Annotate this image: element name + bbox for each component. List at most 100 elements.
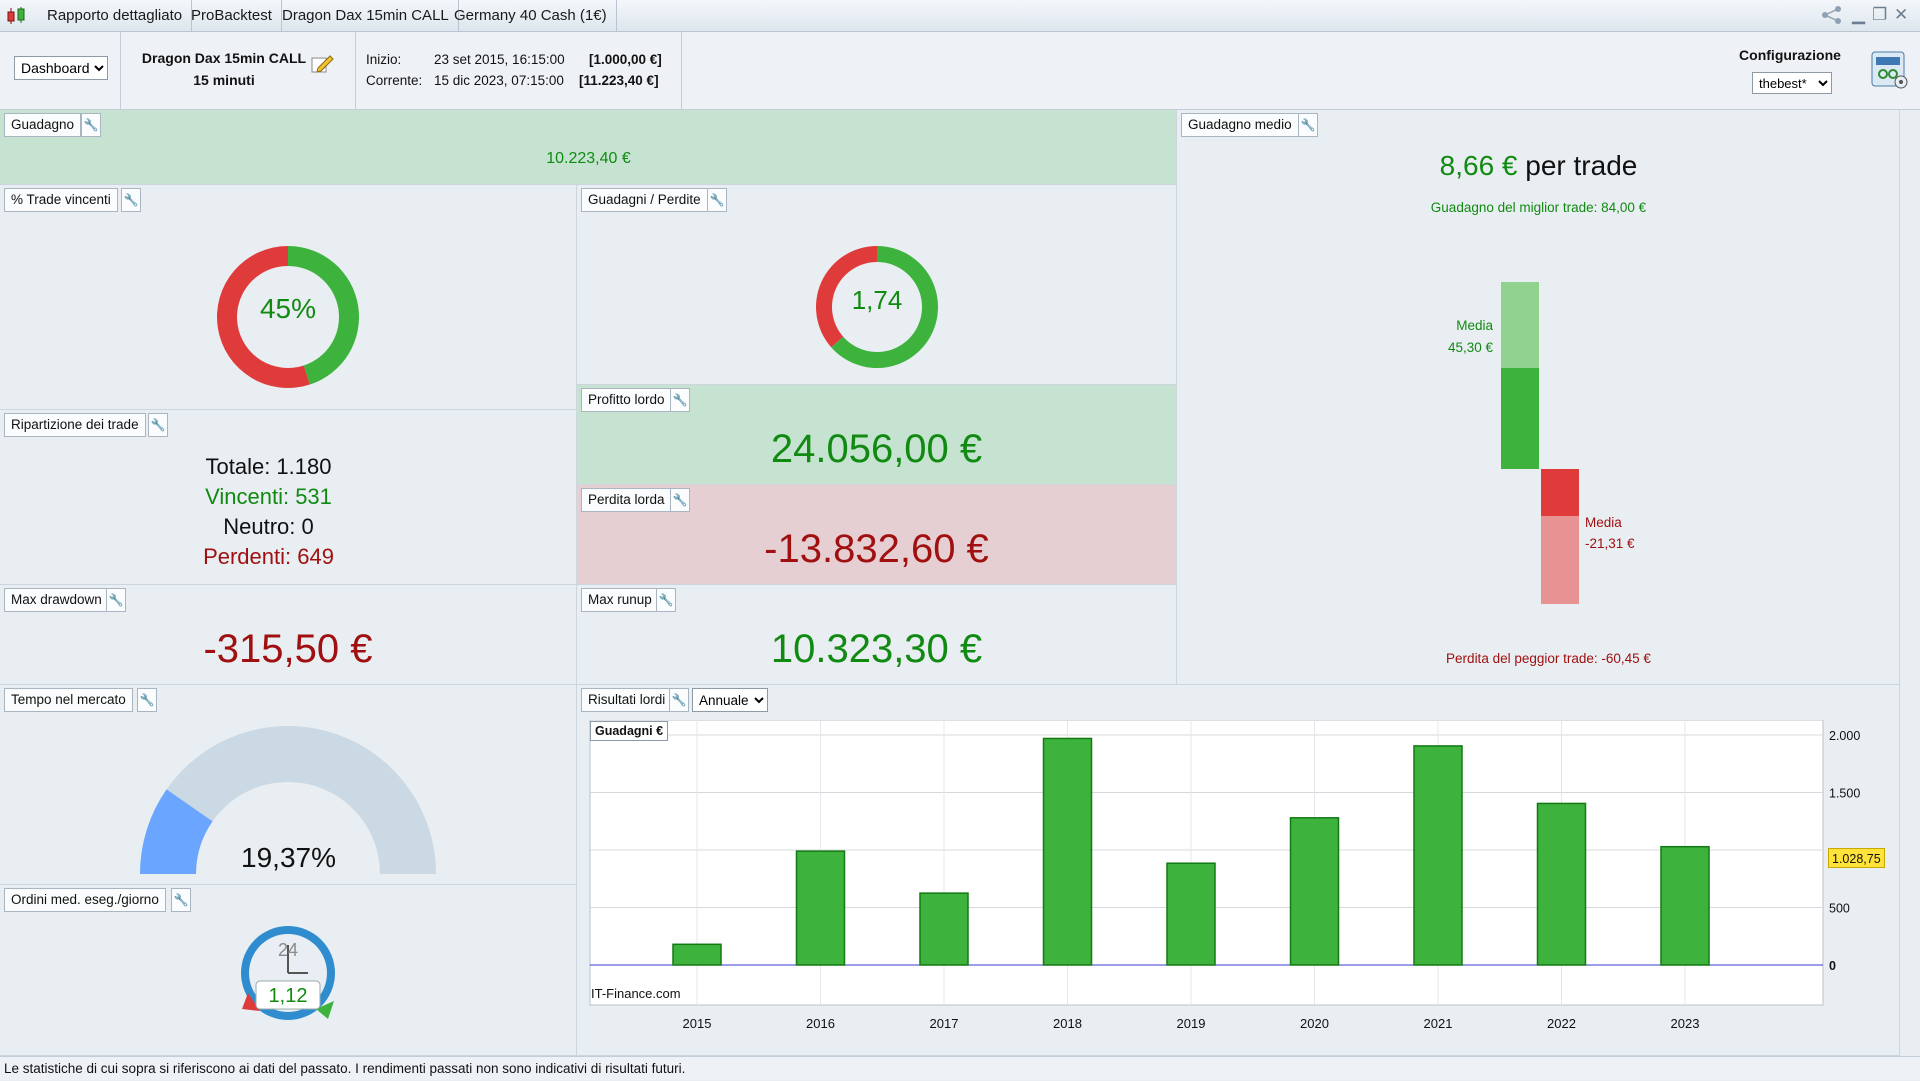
gain-title: Guadagno <box>4 113 82 137</box>
wrench-icon[interactable]: 🔧 <box>1298 113 1318 137</box>
current-label: Corrente: <box>366 73 423 88</box>
wrench-icon[interactable]: 🔧 <box>121 188 141 212</box>
worst-trade-bar <box>1541 516 1579 604</box>
strategy-name: Dragon Dax 15min CALL <box>141 50 307 66</box>
max-drawdown-title: Max drawdown <box>4 588 109 612</box>
x-tick-label: 2017 <box>930 1016 959 1031</box>
max-runup-value: 10.323,30 € <box>770 627 983 671</box>
results-title: Risultati lordi <box>581 688 673 712</box>
restore-icon[interactable]: ❐ <box>1872 5 1887 25</box>
wrench-icon[interactable]: 🔧 <box>106 588 126 612</box>
chart-legend: Guadagni € <box>590 721 669 741</box>
win-pct-title: % Trade vincenti <box>4 188 118 212</box>
breakdown-title: Ripartizione dei trade <box>4 413 146 437</box>
tab-probacktest[interactable]: ProBacktest <box>182 0 282 32</box>
start-date: 23 set 2015, 16:15:00 <box>434 52 565 67</box>
orders-title: Ordini med. eseg./giorno <box>4 888 166 912</box>
gross-loss-value: -13.832,60 € <box>764 527 989 571</box>
close-icon[interactable]: ✕ <box>1894 5 1908 25</box>
disclaimer: Le statistiche di cui sopra si riferisco… <box>0 1056 1920 1080</box>
strategy-timeframe: 15 minuti <box>193 72 255 88</box>
wrench-icon[interactable]: 🔧 <box>707 188 727 212</box>
start-label: Inizio: <box>366 52 402 67</box>
avg-loss-bar <box>1541 469 1579 517</box>
panel-gross-loss: Perdita lorda 🔧 -13.832,60 € <box>577 485 1177 585</box>
avg-loss-value: -21,31 € <box>1585 536 1635 551</box>
panel-win-percentage: % Trade vincenti 🔧 45% <box>0 185 577 410</box>
panel-trade-breakdown: Ripartizione dei trade 🔧 Totale: 1.180 V… <box>0 410 577 585</box>
bar-2021 <box>1413 745 1463 966</box>
breakdown-neutral: Neutro: 0 <box>223 514 314 539</box>
panel-time-in-market: Tempo nel mercato 🔧 19,37% <box>0 685 577 885</box>
gain-value: 10.223,40 € <box>546 150 631 167</box>
x-tick-label: 2015 <box>683 1016 712 1031</box>
y-tick-label: 2.000 <box>1829 729 1860 743</box>
wrench-icon[interactable]: 🔧 <box>137 688 157 712</box>
x-tick-label: 2020 <box>1300 1016 1329 1031</box>
wrench-icon[interactable]: 🔧 <box>148 413 168 437</box>
bar-2023 <box>1660 845 1710 966</box>
config-label: Configurazione <box>1739 47 1841 63</box>
candlestick-app-icon <box>6 7 28 25</box>
wrench-icon[interactable]: 🔧 <box>171 888 191 912</box>
orders-value: 1,12 <box>268 985 308 1007</box>
period-select[interactable]: Annuale <box>692 688 768 712</box>
wrench-icon[interactable]: 🔧 <box>81 113 101 137</box>
best-trade-bar <box>1501 282 1539 369</box>
config-settings-icon[interactable] <box>1870 50 1910 90</box>
chart-x-labels: 2015 2016 2017 2018 2019 2020 2021 2022 2023 <box>683 1016 1700 1031</box>
wrench-icon[interactable]: 🔧 <box>656 588 676 612</box>
minimize-icon[interactable]: ▁ <box>1852 5 1865 25</box>
avg-gain-unit: per trade <box>1525 150 1638 181</box>
avg-win-value: 45,30 € <box>1447 340 1493 355</box>
panel-max-drawdown: Max drawdown 🔧 -315,50 € <box>0 585 577 685</box>
x-tick-label: 2021 <box>1424 1016 1453 1031</box>
avg-gain-value: 8,66 € <box>1439 150 1518 181</box>
view-select[interactable]: Dashboard <box>14 56 108 80</box>
panel-average-gain: Guadagno medio 🔧 8,66 € per trade Guadag… <box>1177 110 1900 685</box>
wrench-icon[interactable]: 🔧 <box>669 688 689 712</box>
gain-loss-title: Guadagni / Perdite <box>581 188 708 212</box>
clock-24-label: 24 <box>277 940 299 960</box>
bar-2022 <box>1536 802 1587 966</box>
bar-2020 <box>1289 817 1340 966</box>
panel-gain-loss-ratio: Guadagni / Perdite 🔧 1,74 <box>577 185 1177 385</box>
breakdown-winners: Vincenti: 531 <box>205 484 332 509</box>
gain-loss-label: 1,74 <box>851 285 903 315</box>
wrench-icon[interactable]: 🔧 <box>670 488 690 512</box>
max-runup-title: Max runup <box>581 588 659 612</box>
bar-2015 <box>672 943 722 966</box>
avg-win-label: Media <box>1456 318 1493 333</box>
bar-2016 <box>795 850 846 966</box>
gross-profit-value: 24.056,00 € <box>770 427 983 471</box>
gross-profit-title: Profitto lordo <box>581 388 672 412</box>
time-in-market-title: Tempo nel mercato <box>4 688 133 712</box>
y-tick-label: 1.500 <box>1829 787 1860 801</box>
gross-loss-title: Perdita lorda <box>581 488 672 512</box>
tab-strategy[interactable]: Dragon Dax 15min CALL <box>273 0 459 32</box>
x-tick-label: 2018 <box>1053 1016 1082 1031</box>
current-value-marker: 1.028,75 <box>1828 848 1885 868</box>
panel-gross-profit: Profitto lordo 🔧 24.056,00 € <box>577 385 1177 485</box>
share-icon[interactable] <box>1820 5 1844 30</box>
current-capital: [11.223,40 €] <box>579 73 659 88</box>
x-tick-label: 2022 <box>1547 1016 1576 1031</box>
x-tick-label: 2019 <box>1177 1016 1206 1031</box>
panel-gross-results: Risultati lordi 🔧 Annuale 2015 2016 2017 20… <box>577 685 1900 1056</box>
time-in-market-label: 19,37% <box>241 842 336 873</box>
edit-icon[interactable] <box>310 52 334 76</box>
avg-win-bar <box>1501 368 1539 469</box>
clock-icon <box>241 926 335 1020</box>
breakdown-losers: Perdenti: 649 <box>203 544 334 569</box>
avg-loss-label: Media <box>1585 515 1622 530</box>
y-tick-label: 500 <box>1829 902 1850 916</box>
tab-detailed-report[interactable]: Rapporto dettagliato <box>38 0 193 32</box>
config-select[interactable]: thebest* <box>1752 72 1832 94</box>
panel-gain: Guadagno 🔧 10.223,40 € <box>0 110 1177 185</box>
bar-2018 <box>1042 737 1093 966</box>
x-tick-label: 2016 <box>806 1016 835 1031</box>
panel-max-runup: Max runup 🔧 10.323,30 € <box>577 585 1177 685</box>
tab-instrument[interactable]: Germany 40 Cash (1€) <box>445 0 617 32</box>
max-drawdown-value: -315,50 € <box>203 627 373 671</box>
wrench-icon[interactable]: 🔧 <box>670 388 690 412</box>
